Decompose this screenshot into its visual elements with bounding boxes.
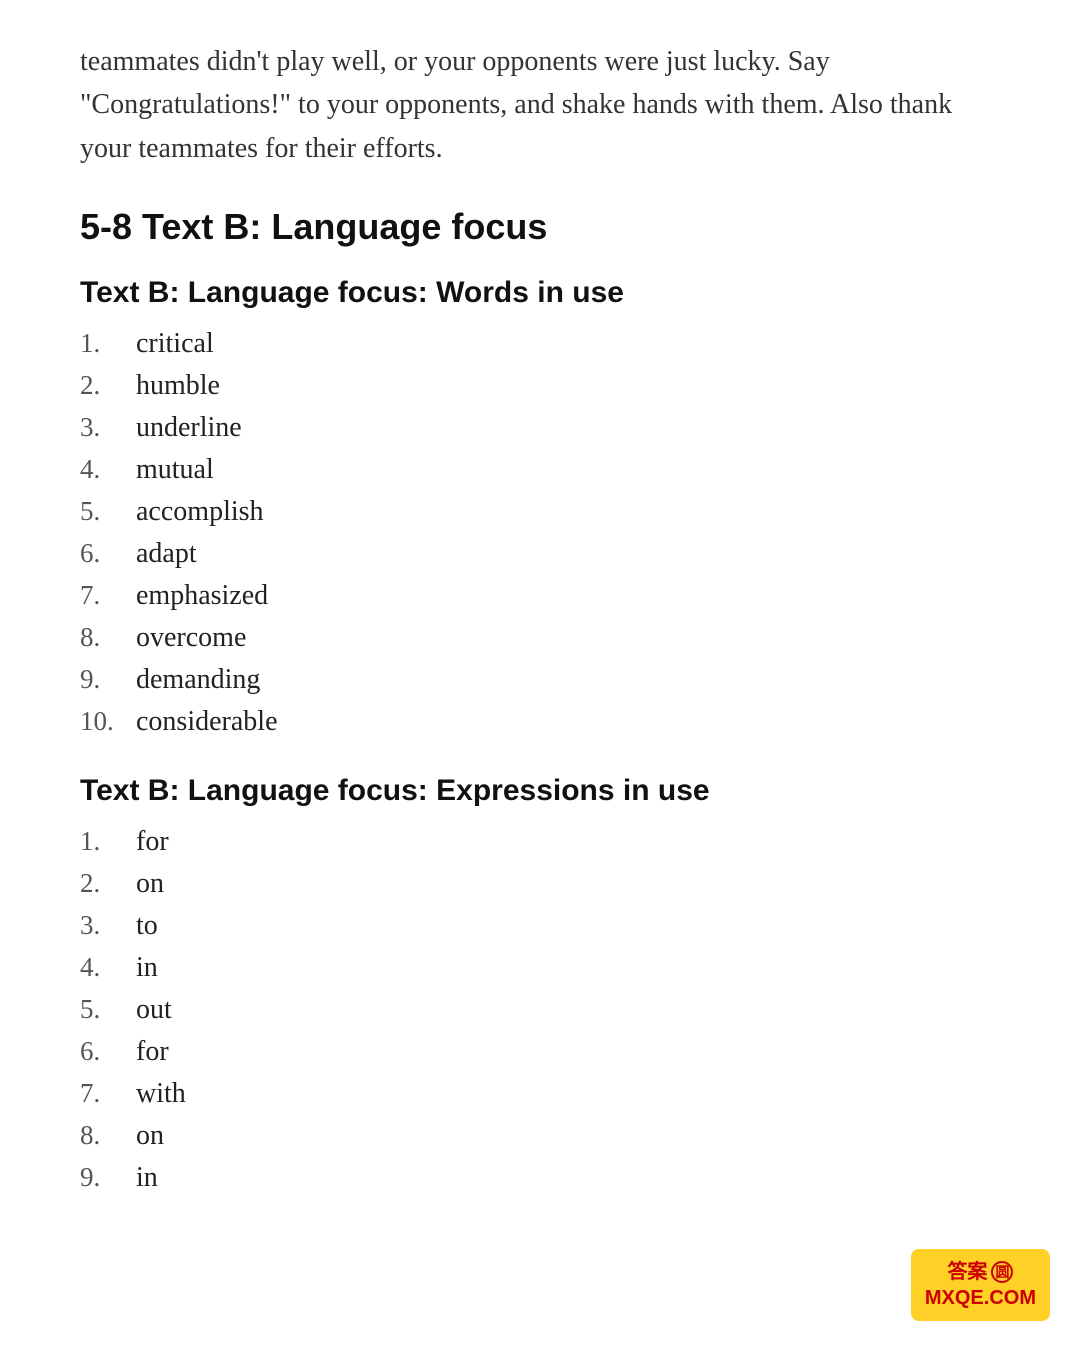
item-number: 4. — [80, 454, 136, 485]
watermark-line2: MXQE.COM — [925, 1285, 1036, 1311]
item-number: 9. — [80, 664, 136, 695]
expressions-subsection-title: Text B: Language focus: Expressions in u… — [80, 774, 1000, 808]
words-subsection-title: Text B: Language focus: Words in use — [80, 276, 1000, 310]
list-item: 5. out — [80, 994, 1000, 1026]
watermark-icon: 答案 — [947, 1259, 987, 1285]
item-word: mutual — [136, 454, 214, 486]
list-item: 7. with — [80, 1078, 1000, 1110]
list-item: 1. critical — [80, 328, 1000, 360]
watermark-circle-icon: 圆 — [991, 1261, 1013, 1283]
item-word: adapt — [136, 538, 197, 570]
list-item: 6. for — [80, 1036, 1000, 1068]
item-number: 6. — [80, 1036, 136, 1067]
item-word: overcome — [136, 622, 246, 654]
item-number: 3. — [80, 910, 136, 941]
item-word: with — [136, 1078, 186, 1110]
item-number: 8. — [80, 1120, 136, 1151]
item-number: 1. — [80, 826, 136, 857]
item-number: 6. — [80, 538, 136, 569]
item-word: for — [136, 1036, 169, 1068]
item-word: accomplish — [136, 496, 264, 528]
watermark-line1: 答案 圆 — [947, 1259, 1013, 1285]
item-number: 5. — [80, 994, 136, 1025]
item-number: 7. — [80, 1078, 136, 1109]
list-item: 6. adapt — [80, 538, 1000, 570]
list-item: 3. underline — [80, 412, 1000, 444]
list-item: 2. humble — [80, 370, 1000, 402]
item-word: to — [136, 910, 158, 942]
item-number: 2. — [80, 370, 136, 401]
item-word: demanding — [136, 664, 260, 696]
item-number: 5. — [80, 496, 136, 527]
item-number: 3. — [80, 412, 136, 443]
item-word: humble — [136, 370, 220, 402]
item-number: 1. — [80, 328, 136, 359]
list-item: 10. considerable — [80, 706, 1000, 738]
item-number: 9. — [80, 1162, 136, 1193]
item-number: 7. — [80, 580, 136, 611]
item-word: for — [136, 826, 169, 858]
list-item: 1. for — [80, 826, 1000, 858]
words-list: 1. critical 2. humble 3. underline 4. mu… — [80, 328, 1000, 738]
intro-paragraph: teammates didn't play well, or your oppo… — [80, 40, 1000, 170]
item-number: 10. — [80, 706, 136, 737]
item-word: underline — [136, 412, 242, 444]
item-word: on — [136, 1120, 164, 1152]
item-word: on — [136, 868, 164, 900]
item-word: critical — [136, 328, 214, 360]
watermark-badge: 答案 圆 MXQE.COM — [911, 1249, 1050, 1321]
list-item: 4. in — [80, 952, 1000, 984]
section-title: 5-8 Text B: Language focus — [80, 206, 1000, 248]
list-item: 3. to — [80, 910, 1000, 942]
item-word: emphasized — [136, 580, 268, 612]
expressions-list: 1. for 2. on 3. to 4. in 5. out 6. for 7… — [80, 826, 1000, 1194]
list-item: 7. emphasized — [80, 580, 1000, 612]
list-item: 9. demanding — [80, 664, 1000, 696]
item-number: 8. — [80, 622, 136, 653]
list-item: 8. on — [80, 1120, 1000, 1152]
item-word: out — [136, 994, 172, 1026]
list-item: 8. overcome — [80, 622, 1000, 654]
item-word: considerable — [136, 706, 278, 738]
item-word: in — [136, 1162, 158, 1194]
item-word: in — [136, 952, 158, 984]
list-item: 9. in — [80, 1162, 1000, 1194]
list-item: 2. on — [80, 868, 1000, 900]
item-number: 4. — [80, 952, 136, 983]
list-item: 4. mutual — [80, 454, 1000, 486]
list-item: 5. accomplish — [80, 496, 1000, 528]
item-number: 2. — [80, 868, 136, 899]
